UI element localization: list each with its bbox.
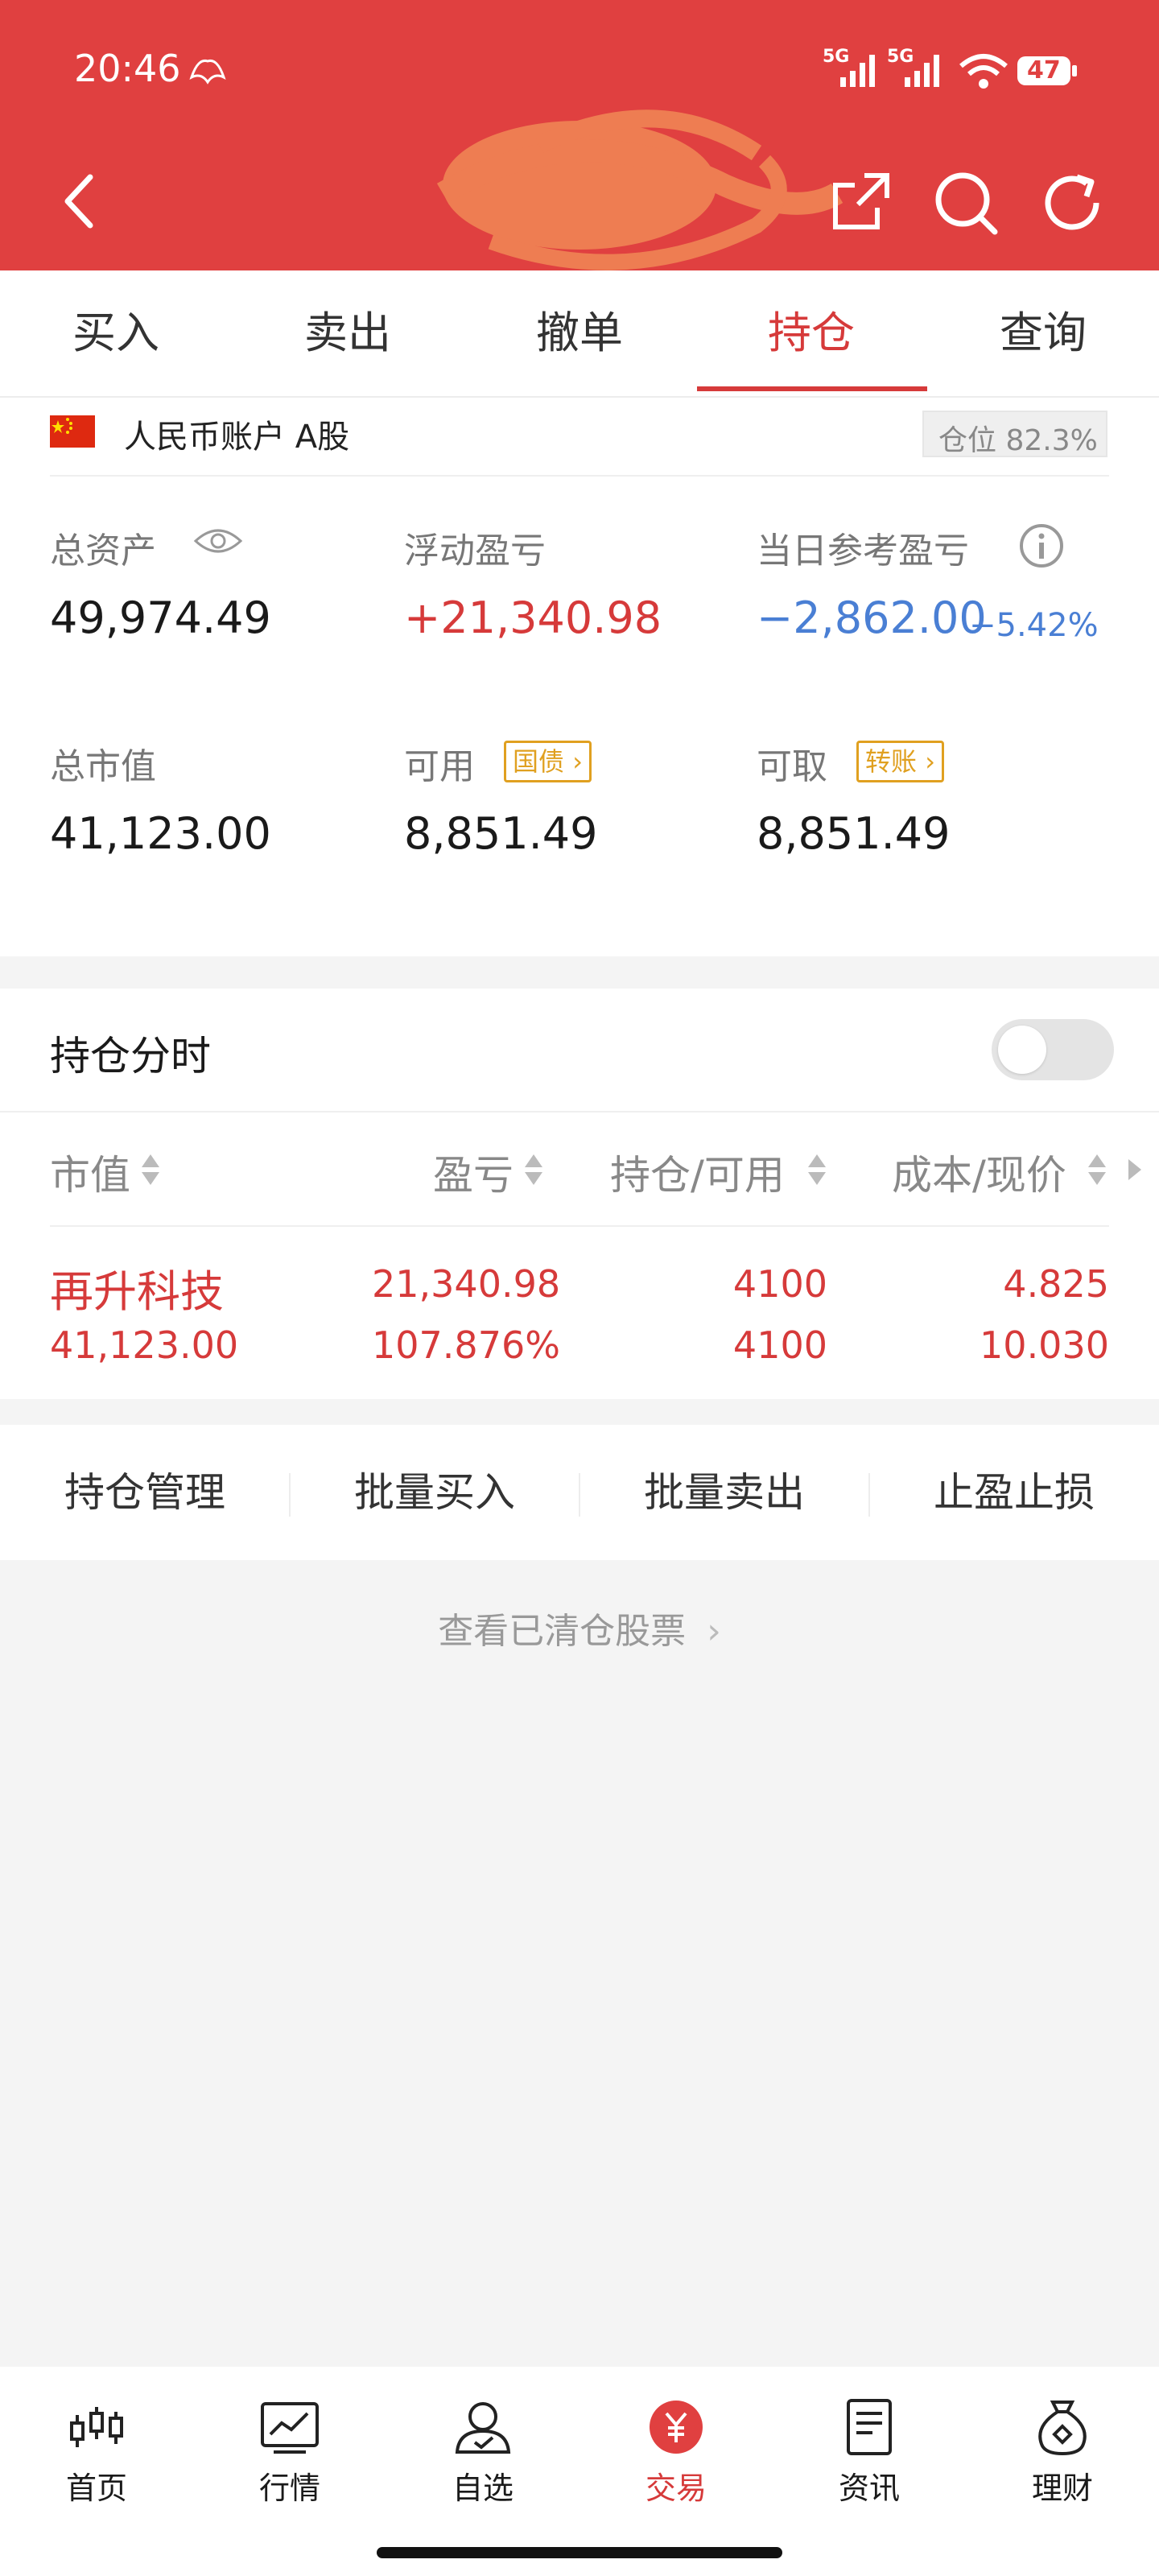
tab-cancel[interactable]: 撤单 (464, 270, 695, 396)
nav-label: 自选 (452, 2471, 514, 2506)
nav-label: 理财 (1031, 2471, 1093, 2506)
share-icon[interactable] (829, 169, 893, 233)
stock-available: 4100 (732, 1323, 827, 1367)
nav-label: 首页 (65, 2471, 127, 2506)
nav-label: 行情 (258, 2471, 320, 2506)
stock-cost: 4.825 (1003, 1262, 1109, 1306)
position-ratio-text: 仓位 82.3% (938, 424, 1098, 457)
chart-icon (261, 2402, 319, 2454)
stock-pnl: 21,340.98 (372, 1262, 561, 1306)
total-assets-value: 49,974.49 (50, 592, 271, 643)
total-assets-label: 总资产 (50, 530, 156, 572)
header-cost-price[interactable]: 成本/现价 (892, 1143, 1066, 1201)
sort-icon[interactable] (523, 1151, 544, 1188)
transfer-label: 转账 (865, 746, 918, 777)
stock-market-value: 41,123.00 (50, 1323, 239, 1367)
market-value-label: 总市值 (50, 746, 156, 787)
wifi-icon (959, 54, 1008, 89)
section-gap (0, 1399, 1159, 1425)
nav-news[interactable]: 资讯 (773, 2399, 966, 2512)
available-label: 可用 (404, 746, 475, 787)
sort-icon[interactable] (140, 1151, 161, 1188)
daily-pnl-percent: −5.42% (969, 607, 1099, 644)
nav-label: 交易 (645, 2471, 707, 2506)
battery-indicator: 47 (1016, 53, 1079, 89)
stock-price: 10.030 (980, 1323, 1109, 1367)
tab-sell[interactable]: 卖出 (232, 270, 464, 396)
stock-name: 再升科技 (50, 1266, 224, 1317)
document-icon (847, 2399, 892, 2455)
refresh-icon[interactable] (1038, 169, 1106, 237)
header-pnl[interactable]: 盈亏 (433, 1143, 514, 1201)
divider (50, 475, 1109, 477)
account-type-label[interactable]: 人民币账户 A股 (124, 411, 349, 457)
withdrawable-value: 8,851.49 (757, 808, 951, 859)
daily-pnl-label: 当日参考盈亏 (757, 530, 969, 572)
nav-home[interactable]: 首页 (0, 2399, 193, 2512)
nav-label: 资讯 (838, 2471, 900, 2506)
status-time: 20:46 (74, 47, 181, 90)
eye-icon[interactable] (193, 525, 243, 557)
section-gap (0, 956, 1159, 989)
nav-watchlist[interactable]: 自选 (386, 2399, 580, 2512)
header-market-value[interactable]: 市值 (50, 1143, 130, 1201)
active-tab-indicator (697, 386, 927, 391)
money-bag-icon (1038, 2401, 1087, 2455)
position-timeshare-label: 持仓分时 (50, 1033, 211, 1080)
bond-button[interactable]: 国债 › (504, 741, 592, 782)
tab-holdings[interactable]: 持仓 (695, 270, 927, 396)
batch-buy-button[interactable]: 批量买入 (290, 1425, 580, 1560)
user-check-icon (455, 2402, 511, 2454)
chevron-right-icon: › (572, 746, 583, 777)
sort-icon[interactable] (806, 1151, 827, 1188)
header-position-available[interactable]: 持仓/可用 (610, 1143, 785, 1201)
nav-trade[interactable]: 交易 (580, 2399, 773, 2512)
back-icon[interactable] (56, 169, 105, 233)
stock-position: 4100 (732, 1262, 827, 1306)
sort-icon[interactable] (1087, 1151, 1107, 1188)
stock-pnl-percent: 107.876% (372, 1323, 560, 1367)
toggle-knob (998, 1026, 1046, 1074)
holdings-manage-button[interactable]: 持仓管理 (0, 1425, 290, 1560)
floating-pnl-label: 浮动盈亏 (404, 530, 546, 572)
floating-pnl-value: +21,340.98 (404, 592, 662, 643)
withdrawable-label: 可取 (757, 746, 827, 787)
account-summary-panel (0, 398, 1159, 956)
divider (50, 1225, 1109, 1227)
bond-label: 国债 (513, 746, 565, 777)
tab-buy[interactable]: 买入 (0, 270, 232, 396)
nav-market[interactable]: 行情 (193, 2399, 386, 2512)
info-icon[interactable] (1017, 522, 1066, 570)
scroll-right-icon[interactable] (1127, 1158, 1143, 1182)
candlestick-icon (70, 2407, 123, 2447)
view-cleared-stocks-link[interactable]: 查看已清仓股票 › (0, 1602, 1159, 1653)
signal-bars-icon (840, 55, 875, 87)
search-icon[interactable] (932, 169, 1000, 237)
trade-tab-bar: 买入 卖出 撤单 持仓 查询 (0, 270, 1159, 398)
available-value: 8,851.49 (404, 808, 598, 859)
signal-5g-2: 5G (887, 47, 943, 87)
signal-bars-icon (905, 55, 939, 87)
stop-profit-loss-button[interactable]: 止盈止损 (869, 1425, 1159, 1560)
market-value-value: 41,123.00 (50, 808, 271, 859)
nav-wealth[interactable]: 理财 (966, 2399, 1159, 2512)
transfer-button[interactable]: 转账 › (856, 741, 944, 782)
china-flag-icon (50, 415, 95, 448)
chevron-right-icon: › (707, 1611, 721, 1652)
notification-app-icon (189, 59, 226, 85)
tab-query[interactable]: 查询 (927, 270, 1159, 396)
home-indicator[interactable] (377, 2547, 782, 2558)
chevron-right-icon: › (925, 746, 935, 777)
daily-pnl-value: −2,862.00 (757, 592, 987, 643)
batch-sell-button[interactable]: 批量卖出 (580, 1425, 869, 1560)
signal-5g-1: 5G (823, 47, 879, 87)
yuan-icon (650, 2401, 703, 2454)
cleared-link-label: 查看已清仓股票 (438, 1611, 687, 1652)
